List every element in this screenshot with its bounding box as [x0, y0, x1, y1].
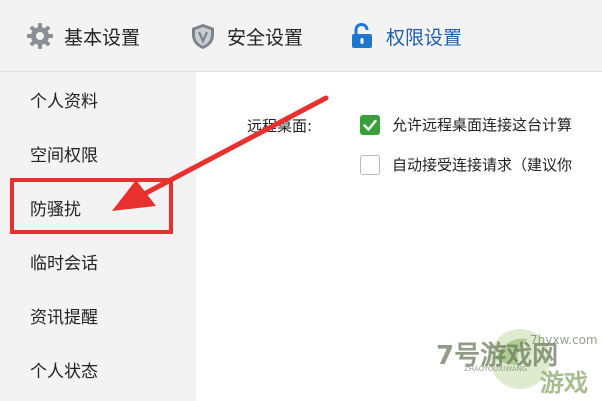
watermark-pinyin: ZHAOYOUXIWANG: [464, 365, 528, 373]
checkmark-icon: [363, 119, 377, 131]
sidebar-item-label: 个人资料: [30, 91, 98, 112]
tab-permission-settings-label: 权限设置: [386, 26, 463, 49]
allow-remote-desktop-checkbox[interactable]: [360, 114, 380, 135]
site-watermark: 7号游戏网 7hyxw.com ZHAOYOUXIWANG 游戏: [422, 321, 602, 401]
tab-basic-settings[interactable]: 基本设置: [26, 0, 140, 72]
tab-basic-settings-label: 基本设置: [64, 26, 141, 49]
allow-remote-desktop-text: 允许远程桌面连接这台计算: [392, 116, 573, 134]
shield-icon: [189, 22, 217, 50]
tab-permission-settings[interactable]: 权限设置: [348, 0, 462, 72]
sidebar-item-space-permission[interactable]: 空间权限: [0, 130, 196, 176]
allow-remote-desktop-option[interactable]: 允许远程桌面连接这台计算: [360, 114, 572, 135]
sidebar-item-personal-status[interactable]: 个人状态: [0, 346, 196, 392]
sidebar-item-profile[interactable]: 个人资料: [0, 76, 196, 122]
sidebar-item-label: 个人状态: [30, 361, 98, 382]
watermark-domain: 7hyxw.com: [530, 333, 598, 347]
auto-accept-connection-option[interactable]: 自动接受连接请求（建议你: [360, 154, 572, 175]
auto-accept-connection-checkbox[interactable]: [360, 154, 380, 175]
sidebar-item-news-reminder[interactable]: 资讯提醒: [0, 292, 196, 338]
gear-icon: [26, 22, 54, 50]
remote-desktop-label: 远程桌面:: [247, 117, 313, 135]
annotation-highlight-box: [10, 178, 173, 234]
sidebar-item-label: 空间权限: [30, 145, 98, 166]
settings-tab-bar: 基本设置 安全设置 权限设置: [0, 0, 602, 72]
tab-security-settings-label: 安全设置: [227, 26, 304, 49]
auto-accept-connection-text: 自动接受连接请求（建议你: [392, 156, 573, 174]
sidebar-item-temp-session[interactable]: 临时会话: [0, 238, 196, 284]
sidebar-item-label: 临时会话: [30, 253, 98, 274]
watermark-tagline: 游戏: [540, 369, 588, 397]
tab-security-settings[interactable]: 安全设置: [189, 0, 303, 72]
sidebar-item-label: 资讯提醒: [30, 307, 98, 328]
lock-icon: [348, 22, 376, 50]
